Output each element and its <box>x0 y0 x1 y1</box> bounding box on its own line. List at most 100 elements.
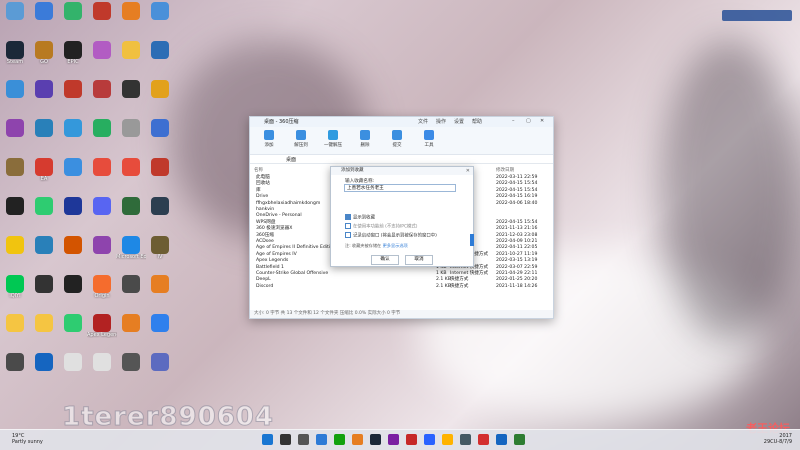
desktop-icon[interactable]: EPIC <box>58 41 88 65</box>
desktop-icon[interactable] <box>0 353 30 371</box>
menu-help[interactable]: 帮助 <box>472 118 482 125</box>
desktop-icon[interactable] <box>58 119 88 137</box>
desktop-icon[interactable] <box>29 353 59 371</box>
desktop-icon[interactable] <box>58 80 88 98</box>
desktop-icon[interactable] <box>116 158 146 176</box>
add-button[interactable]: 添加 <box>257 130 281 148</box>
desktop-icon[interactable] <box>0 236 30 254</box>
taskbar-app-icon[interactable] <box>298 434 309 445</box>
desktop-icon[interactable] <box>145 80 175 98</box>
maximize-icon[interactable]: ▢ <box>526 118 531 124</box>
ok-button[interactable]: 确认 <box>371 255 399 265</box>
desktop-icon[interactable] <box>0 158 30 176</box>
path-bar[interactable]: 桌面 <box>250 155 553 164</box>
taskbar-app-icon[interactable] <box>334 434 345 445</box>
desktop-icon[interactable] <box>29 119 59 137</box>
desktop-icon[interactable] <box>116 119 146 137</box>
extract-to-button[interactable]: 解压到 <box>289 130 313 148</box>
taskbar-app-icon[interactable] <box>388 434 399 445</box>
top-right-widget[interactable] <box>722 10 792 21</box>
record-window-checkbox[interactable]: 记录启动窗口 (将会显示到被保存的窗口中) <box>345 232 437 239</box>
taskbar-app-icon[interactable] <box>316 434 327 445</box>
file-row[interactable]: Discord 2.1 KB 快捷方式 2021-11-18 14:26 <box>250 284 553 290</box>
desktop-icon[interactable]: GO <box>29 41 59 65</box>
desktop-icon[interactable]: Apex Legends <box>87 314 117 338</box>
desktop-icon[interactable] <box>87 41 117 59</box>
desktop-icon[interactable]: Origin <box>87 275 117 299</box>
desktop-icon[interactable] <box>145 314 175 332</box>
column-name[interactable]: 名称 <box>254 167 263 173</box>
tools-button[interactable]: 工具 <box>417 130 441 148</box>
column-date[interactable]: 修改日期 <box>496 167 514 173</box>
taskbar-app-icon[interactable] <box>352 434 363 445</box>
taskbar-app-icon[interactable] <box>460 434 471 445</box>
taskbar-app-icon[interactable] <box>442 434 453 445</box>
submit-button[interactable]: 提交 <box>385 130 409 148</box>
desktop-icon[interactable] <box>58 158 88 176</box>
desktop-icon[interactable] <box>145 2 175 20</box>
blue-action-button[interactable] <box>470 234 474 246</box>
desktop-icon[interactable] <box>87 236 117 254</box>
one-click-extract-button[interactable]: 一键解压 <box>321 130 345 148</box>
desktop-icon[interactable]: iQIYI <box>0 275 30 299</box>
close-icon[interactable]: ✕ <box>466 167 470 175</box>
desktop-icon[interactable] <box>58 197 88 215</box>
desktop-icon[interactable] <box>29 2 59 20</box>
desktop-icon[interactable] <box>145 353 175 371</box>
desktop-icon[interactable] <box>145 275 175 293</box>
system-tray[interactable]: 2017 29CU-8/7/9 <box>764 433 792 445</box>
favorite-name-input[interactable]: 上善若水任务老王 <box>344 184 456 192</box>
more-options-link[interactable]: 更多显示选项 <box>383 243 408 248</box>
desktop-icon[interactable] <box>87 119 117 137</box>
cancel-button[interactable]: 取消 <box>405 255 433 265</box>
menu-file[interactable]: 文件 <box>418 118 428 125</box>
desktop-icon[interactable] <box>145 119 175 137</box>
taskbar-app-icon[interactable] <box>280 434 291 445</box>
desktop-icon[interactable] <box>116 2 146 20</box>
close-icon[interactable]: ✕ <box>540 118 544 124</box>
desktop-icon[interactable] <box>116 80 146 98</box>
desktop-icon[interactable] <box>87 353 117 371</box>
minimize-icon[interactable]: – <box>512 118 515 124</box>
desktop-icon[interactable]: EA <box>29 158 59 182</box>
desktop-icon[interactable] <box>0 314 30 332</box>
desktop-icon[interactable] <box>145 158 175 176</box>
desktop-icon[interactable]: Microsoft Edge <box>116 236 146 260</box>
desktop-icon[interactable] <box>29 80 59 98</box>
desktop-icon[interactable] <box>29 275 59 293</box>
desktop-icon[interactable] <box>116 275 146 293</box>
desktop-icon[interactable] <box>29 314 59 332</box>
taskbar-app-icon[interactable] <box>424 434 435 445</box>
desktop-icon[interactable] <box>58 236 88 254</box>
taskbar-app-icon[interactable] <box>478 434 489 445</box>
desktop-icon[interactable] <box>29 197 59 215</box>
desktop-icon[interactable] <box>145 197 175 215</box>
desktop-icon[interactable] <box>58 314 88 332</box>
desktop-icon[interactable] <box>87 197 117 215</box>
show-favorite-checkbox[interactable]: 显示到收藏 <box>345 214 375 221</box>
taskbar-app-icon[interactable] <box>514 434 525 445</box>
desktop-icon[interactable] <box>29 236 59 254</box>
desktop-icon[interactable] <box>87 158 117 176</box>
delete-button[interactable]: 删除 <box>353 130 377 148</box>
desktop-icon[interactable]: Steam <box>0 41 30 65</box>
desktop-icon[interactable] <box>58 2 88 20</box>
weather-widget[interactable]: 19°C Partly sunny <box>12 433 43 445</box>
desktop-icon[interactable] <box>145 41 175 59</box>
desktop-icon[interactable]: IV <box>145 236 175 260</box>
desktop-icon[interactable] <box>116 197 146 215</box>
taskbar-app-icon[interactable] <box>496 434 507 445</box>
desktop-icon[interactable] <box>116 41 146 59</box>
taskbar-app-icon[interactable] <box>406 434 417 445</box>
desktop-icon[interactable] <box>0 197 30 215</box>
desktop-icon[interactable] <box>0 119 30 137</box>
menu-action[interactable]: 操作 <box>436 118 446 125</box>
desktop-icon[interactable] <box>0 80 30 98</box>
taskbar-app-icon[interactable] <box>370 434 381 445</box>
menu-settings[interactable]: 设置 <box>454 118 464 125</box>
desktop-icon[interactable] <box>87 2 117 20</box>
desktop-icon[interactable] <box>87 80 117 98</box>
desktop-icon[interactable] <box>0 2 30 20</box>
desktop-icon[interactable] <box>116 314 146 332</box>
desktop-icon[interactable] <box>116 353 146 371</box>
